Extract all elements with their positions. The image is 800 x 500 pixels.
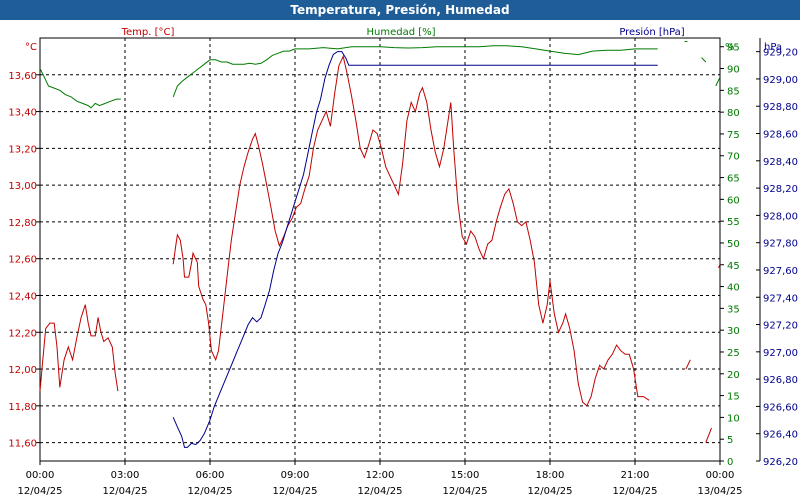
pressure-tick-label: 926,40: [763, 430, 798, 441]
humidity-tick-label: 0: [727, 457, 733, 468]
pressure-tick-label: 926,20: [763, 457, 798, 468]
chart-root: Temperatura, Presión, Humedad 11,60 11,80…: [0, 0, 800, 500]
temperature-unit-label: °C: [25, 42, 37, 53]
time-axis: 00:00 12/04/25 03:00 12/04/25 06:00 12/04/25 0…: [18, 461, 743, 497]
pressure-tick-label: 928,80: [763, 102, 798, 113]
time-tick-label: 18:00: [536, 470, 565, 481]
temperature-tick-label: 12,40: [8, 291, 37, 302]
pressure-tick-label: 927,80: [763, 239, 798, 250]
pressure-tick-label: 929,00: [763, 75, 798, 86]
temperature-tick-label: 12,80: [8, 218, 37, 229]
time-tick-label: 06:00: [196, 470, 225, 481]
chart-svg: Temperatura, Presión, Humedad 11,60 11,80…: [0, 0, 800, 497]
humidity-axis: 05101520253035404550556065707580859095: [720, 43, 740, 468]
pressure-tick-label: 928,60: [763, 130, 798, 141]
time-tick-label: 00:00: [26, 470, 55, 481]
time-tick-label: 15:00: [451, 470, 480, 481]
pressure-tick-label: 926,80: [763, 375, 798, 386]
humidity-tick-label: 40: [727, 283, 740, 294]
pressure-axis: 926,20 926,40 926,60 926,80 927,00 927,20 927,…: [756, 38, 798, 468]
date-tick-label: 12/04/25: [358, 486, 403, 497]
humidity-tick-label: 15: [727, 392, 740, 403]
humidity-tick-label: 65: [727, 174, 740, 185]
pressure-tick-label: 927,40: [763, 293, 798, 304]
humidity-tick-label: 80: [727, 108, 740, 119]
pressure-tick-label: 928,00: [763, 211, 798, 222]
temperature-tick-label: 12,60: [8, 255, 37, 266]
humidity-tick-label: 10: [727, 413, 740, 424]
humidity-tick-label: 30: [727, 326, 740, 337]
date-tick-label: 12/04/25: [18, 486, 63, 497]
temperature-tick-label: 13,40: [8, 108, 37, 119]
humidity-tick-label: 25: [727, 348, 740, 359]
date-tick-label: 12/04/25: [103, 486, 148, 497]
pressure-unit-label: hPa: [764, 42, 782, 53]
pressure-tick-label: 927,60: [763, 266, 798, 277]
date-tick-label: 12/04/25: [273, 486, 318, 497]
humidity-tick-label: 55: [727, 217, 740, 228]
time-tick-label: 21:00: [621, 470, 650, 481]
humidity-tick-label: 70: [727, 152, 740, 163]
date-tick-label: 13/04/25: [698, 486, 743, 497]
temperature-tick-label: 11,80: [8, 402, 37, 413]
temperature-tick-label: 12,20: [8, 328, 37, 339]
pressure-tick-label: 928,20: [763, 184, 798, 195]
pressure-tick-label: 928,40: [763, 157, 798, 168]
temperature-axis: 11,60 11,80 12,00 12,20 12,40 12,60 12,80 13,00…: [8, 71, 40, 450]
temperature-tick-label: 13,00: [8, 181, 37, 192]
chart-title: Temperatura, Presión, Humedad: [290, 3, 509, 17]
temperature-tick-label: 12,00: [8, 365, 37, 376]
humidity-tick-label: 90: [727, 65, 740, 76]
pressure-tick-label: 927,00: [763, 348, 798, 359]
humidity-tick-label: 50: [727, 239, 740, 250]
humidity-tick-label: 60: [727, 195, 740, 206]
humidity-tick-label: 75: [727, 130, 740, 141]
temperature-tick-label: 11,60: [8, 439, 37, 450]
pressure-tick-label: 927,20: [763, 321, 798, 332]
humidity-tick-label: 20: [727, 370, 740, 381]
humidity-tick-label: 5: [727, 435, 733, 446]
humidity-tick-label: 35: [727, 304, 740, 315]
date-tick-label: 12/04/25: [613, 486, 658, 497]
pressure-axis-title: Presión [hPa]: [619, 26, 684, 38]
date-tick-label: 12/04/25: [443, 486, 488, 497]
humidity-tick-label: 45: [727, 261, 740, 272]
temperature-axis-title: Temp. [°C]: [121, 27, 175, 38]
humidity-tick-label: 85: [727, 86, 740, 97]
time-tick-label: 09:00: [281, 470, 310, 481]
humidity-axis-title: Humedad [%]: [366, 27, 435, 38]
time-tick-label: 00:00: [706, 470, 735, 481]
date-tick-label: 12/04/25: [528, 486, 573, 497]
time-tick-label: 12:00: [366, 470, 395, 481]
temperature-tick-label: 13,20: [8, 144, 37, 155]
time-tick-label: 03:00: [111, 470, 140, 481]
date-tick-label: 12/04/25: [188, 486, 233, 497]
humidity-unit-label: %: [725, 42, 735, 53]
temperature-tick-label: 13,60: [8, 71, 37, 82]
pressure-tick-label: 926,60: [763, 402, 798, 413]
